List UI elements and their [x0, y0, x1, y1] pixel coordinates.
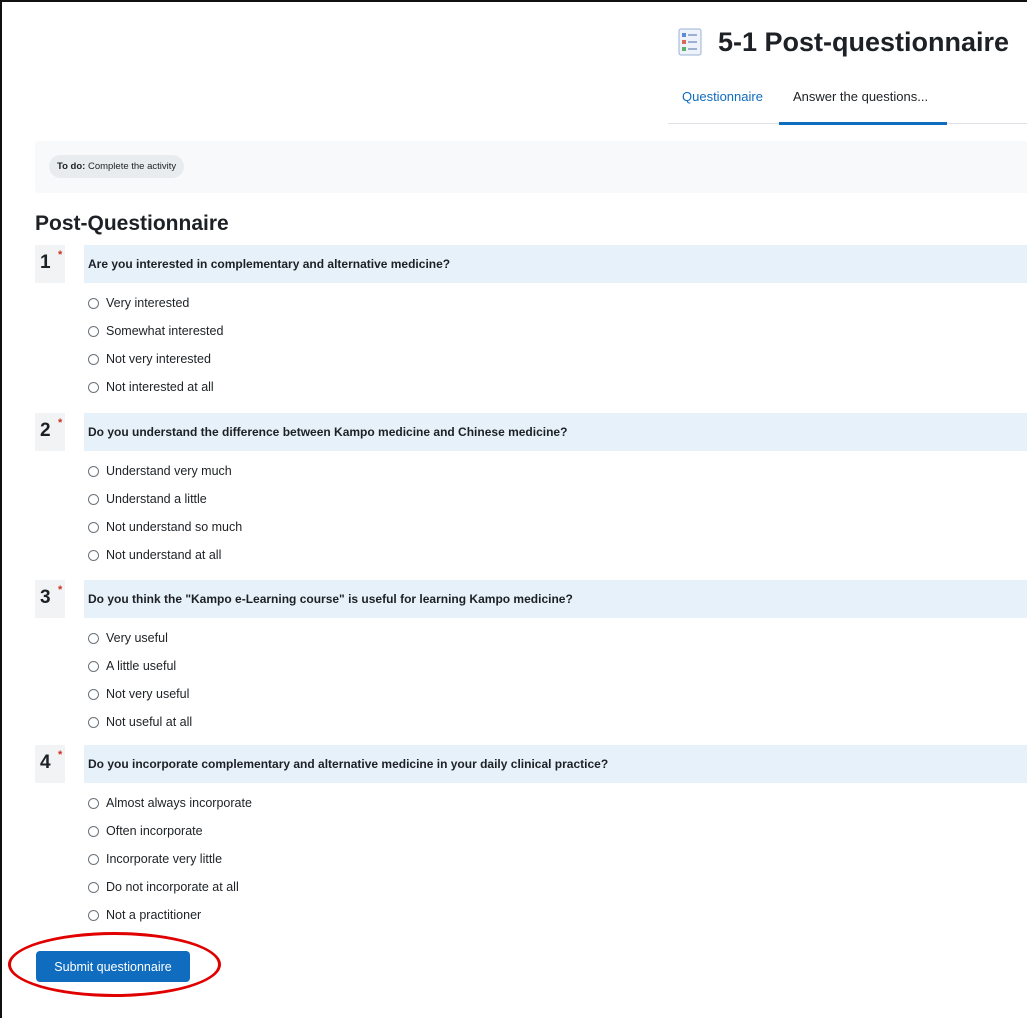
- question-text: Are you interested in complementary and …: [84, 245, 1027, 283]
- option-not-useful-at-all[interactable]: Not useful at all: [88, 708, 192, 736]
- radio-button[interactable]: [88, 521, 99, 533]
- question-text: Do you incorporate complementary and alt…: [84, 745, 1027, 783]
- option-label: Incorporate very little: [106, 852, 223, 866]
- radio-button[interactable]: [88, 325, 99, 337]
- option-label: Very interested: [106, 296, 190, 310]
- radio-button[interactable]: [88, 297, 99, 309]
- questionnaire-heading: Post-Questionnaire: [35, 212, 229, 235]
- todo-badge: To do: Complete the activity: [49, 155, 185, 178]
- options-list: Understand very much Understand a little…: [88, 457, 242, 569]
- radio-button[interactable]: [88, 909, 99, 921]
- option-label: A little useful: [106, 659, 177, 673]
- option-not-very-interested[interactable]: Not very interested: [88, 345, 223, 373]
- options-list: Very useful A little useful Not very use…: [88, 624, 192, 736]
- radio-button[interactable]: [88, 632, 99, 644]
- option-do-not-incorporate-at-all[interactable]: Do not incorporate at all: [88, 873, 252, 901]
- required-icon: *: [58, 417, 63, 429]
- option-incorporate-very-little[interactable]: Incorporate very little: [88, 845, 252, 873]
- radio-button[interactable]: [88, 825, 99, 837]
- required-icon: *: [58, 249, 63, 261]
- required-icon: *: [58, 584, 63, 596]
- required-icon: *: [58, 749, 63, 761]
- option-label: Not interested at all: [106, 380, 214, 394]
- option-label: Understand very much: [106, 464, 232, 478]
- radio-button[interactable]: [88, 660, 99, 672]
- option-not-very-useful[interactable]: Not very useful: [88, 680, 192, 708]
- radio-button[interactable]: [88, 881, 99, 893]
- radio-button[interactable]: [88, 549, 99, 561]
- option-label: Do not incorporate at all: [106, 880, 239, 894]
- option-label: Very useful: [106, 631, 168, 645]
- todo-label: To do:: [57, 161, 86, 172]
- question-text: Do you understand the difference between…: [84, 413, 1027, 451]
- activity-dates-bar: To do: Complete the activity: [35, 141, 1027, 193]
- radio-button[interactable]: [88, 353, 99, 365]
- option-almost-always-incorporate[interactable]: Almost always incorporate: [88, 789, 252, 817]
- option-understand-very-much[interactable]: Understand very much: [88, 457, 242, 485]
- option-very-interested[interactable]: Very interested: [88, 289, 223, 317]
- option-label: Somewhat interested: [106, 324, 224, 338]
- option-label: Not very useful: [106, 687, 190, 701]
- option-label: Almost always incorporate: [106, 796, 252, 810]
- option-a-little-useful[interactable]: A little useful: [88, 652, 192, 680]
- option-label: Not understand so much: [106, 520, 243, 534]
- options-list: Very interested Somewhat interested Not …: [88, 289, 223, 401]
- todo-text: Complete the activity: [87, 161, 177, 172]
- tab-answer-the-questions[interactable]: Answer the questions...: [778, 75, 947, 125]
- radio-button[interactable]: [88, 688, 99, 700]
- page-title: 5-1 Post-questionnaire: [718, 26, 1010, 57]
- radio-button[interactable]: [88, 853, 99, 865]
- option-not-understand-so-much[interactable]: Not understand so much: [88, 513, 242, 541]
- radio-button[interactable]: [88, 797, 99, 809]
- option-somewhat-interested[interactable]: Somewhat interested: [88, 317, 223, 345]
- option-label: Not very interested: [106, 352, 211, 366]
- tab-questionnaire[interactable]: Questionnaire: [668, 75, 777, 124]
- option-not-interested-at-all[interactable]: Not interested at all: [88, 373, 223, 401]
- option-understand-a-little[interactable]: Understand a little: [88, 485, 242, 513]
- radio-button[interactable]: [88, 465, 99, 477]
- activity-tabs: Questionnaire Answer the questions...: [668, 75, 1027, 125]
- activity-header: 5-1 Post-questionnaire: [678, 20, 1009, 64]
- option-label: Not understand at all: [106, 548, 222, 562]
- option-label: Understand a little: [106, 492, 207, 506]
- option-not-a-practitioner[interactable]: Not a practitioner: [88, 901, 252, 929]
- question-text: Do you think the "Kampo e-Learning cours…: [84, 580, 1027, 618]
- option-label: Often incorporate: [106, 824, 203, 838]
- option-very-useful[interactable]: Very useful: [88, 624, 192, 652]
- option-label: Not useful at all: [106, 715, 193, 729]
- option-not-understand-at-all[interactable]: Not understand at all: [88, 541, 242, 569]
- options-list: Almost always incorporate Often incorpor…: [88, 789, 252, 929]
- radio-button[interactable]: [88, 493, 99, 505]
- option-label: Not a practitioner: [106, 908, 202, 922]
- option-often-incorporate[interactable]: Often incorporate: [88, 817, 252, 845]
- submit-questionnaire-button[interactable]: Submit questionnaire: [36, 951, 190, 982]
- questionnaire-icon: [678, 28, 702, 56]
- radio-button[interactable]: [88, 381, 99, 393]
- radio-button[interactable]: [88, 716, 99, 728]
